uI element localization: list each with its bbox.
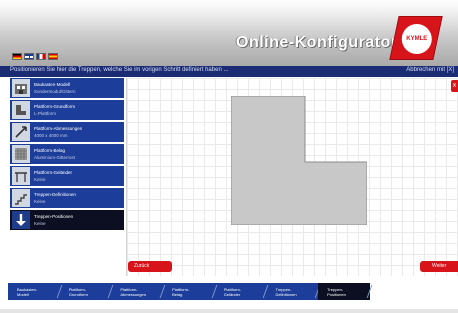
crumb-line-2: Definitionen [275, 291, 297, 297]
step-value: L-Plattform [34, 111, 57, 116]
step-text: Treppen-Definitionen Keine [34, 191, 76, 205]
step-title: Plattform-Geländer [34, 170, 73, 175]
step-value: Keine [34, 221, 46, 226]
cancel-link[interactable]: Abbrechen mit [X] [406, 67, 454, 73]
step-plattform-belag[interactable]: Plattform-Belag Aluminium-Gitterrost [10, 144, 124, 164]
l-platform-shape[interactable] [231, 96, 367, 225]
app-title: Online-Konfigurator [236, 34, 398, 51]
step-value: Aluminium-Gitterrost [34, 155, 76, 160]
footer-line [0, 309, 458, 313]
arrow-down-icon [12, 211, 30, 229]
header: Online-Konfigurator KYMLE [0, 0, 458, 66]
step-title: Plattform-Belag [34, 148, 66, 153]
stairs-icon [12, 189, 30, 207]
step-text: Plattform-Geländer Keine [34, 169, 72, 183]
grating-icon [12, 145, 30, 163]
step-text: Plattform-Belag Aluminium-Gitterrost [34, 147, 75, 161]
l-shape-icon [12, 101, 30, 119]
breadcrumb-item-treppen-definitionen[interactable]: Treppen- Definitionen [266, 283, 318, 300]
breadcrumb-item-plattform-abmessungen[interactable]: Plattform- Abmessungen [111, 283, 163, 300]
step-title: Plattform-Grundform [34, 104, 76, 109]
platform-canvas[interactable]: x Zurück Weiter [126, 78, 458, 276]
step-title: Treppen-Definitionen [34, 192, 76, 197]
breadcrumb-item-baukasten-modell[interactable]: Baukasten- Modell [8, 283, 60, 300]
step-text: Plattform-Abmessungen 4000 x 4000 mm [34, 125, 82, 139]
crumb-line-2: Positionen [327, 291, 346, 297]
next-button[interactable]: Weiter [420, 261, 458, 272]
step-treppen-definitionen[interactable]: Treppen-Definitionen Keine [10, 188, 124, 208]
step-baukasten-modell[interactable]: Baukasten-Modell Sondermodul/Gittern [10, 78, 124, 98]
step-treppen-positionen[interactable]: Treppen-Positionen Keine [10, 210, 124, 230]
instruction-bar: Positionieren Sie hier die Treppen, welc… [0, 66, 458, 77]
step-title: Plattform-Abmessungen [34, 126, 83, 131]
flag-gb-icon[interactable] [24, 53, 34, 60]
logo-text: KYMLE [406, 36, 428, 42]
step-plattform-abmessungen[interactable]: Plattform-Abmessungen 4000 x 4000 mm [10, 122, 124, 142]
kymle-logo: KYMLE [389, 16, 443, 60]
crumb-line-2: Geländer [223, 291, 241, 297]
logo-disc: KYMLE [401, 24, 432, 54]
crumb-line-2: Grundform [68, 291, 88, 297]
instruction-text: Positionieren Sie hier die Treppen, welc… [10, 67, 229, 73]
crumb-line-2: Abmessungen [120, 291, 146, 297]
step-text: Treppen-Positionen Keine [34, 213, 73, 227]
step-plattform-gelaender[interactable]: Plattform-Geländer Keine [10, 166, 124, 186]
step-value: Keine [34, 199, 46, 204]
dimensions-icon [12, 123, 30, 141]
step-text: Baukasten-Modell Sondermodul/Gittern [34, 81, 76, 95]
step-value: 4000 x 4000 mm [34, 133, 68, 138]
step-plattform-grundform[interactable]: Plattform-Grundform L-Plattform [10, 100, 124, 120]
step-title: Baukasten-Modell [34, 82, 71, 87]
step-title: Treppen-Positionen [34, 214, 74, 219]
flag-de-icon[interactable] [12, 53, 22, 60]
breadcrumb-item-plattform-gelaender[interactable]: Plattform- Geländer [215, 283, 267, 300]
back-button[interactable]: Zurück [128, 261, 172, 272]
header-sheen [0, 0, 458, 18]
step-value: Keine [34, 177, 46, 182]
flag-fr-icon[interactable] [36, 53, 46, 60]
language-flags [12, 53, 58, 60]
step-text: Plattform-Grundform L-Plattform [34, 103, 75, 117]
breadcrumb-item-plattform-grundform[interactable]: Plattform- Grundform [60, 283, 112, 300]
breadcrumb-item-treppen-positionen[interactable]: Treppen- Positionen [318, 283, 370, 300]
step-sidebar: Baukasten-Modell Sondermodul/Gittern Pla… [10, 78, 124, 232]
breadcrumb-item-plattform-belag[interactable]: Plattform- Belag [163, 283, 215, 300]
step-value: Sondermodul/Gittern [34, 89, 76, 94]
crumb-line-2: Belag [172, 291, 183, 297]
flag-es-icon[interactable] [48, 53, 58, 60]
railing-icon [12, 167, 30, 185]
close-button[interactable]: x [451, 80, 458, 92]
breadcrumb: Baukasten- Modell Plattform- Grundform P… [8, 283, 370, 300]
building-icon [12, 79, 30, 97]
crumb-line-2: Modell [17, 291, 29, 297]
